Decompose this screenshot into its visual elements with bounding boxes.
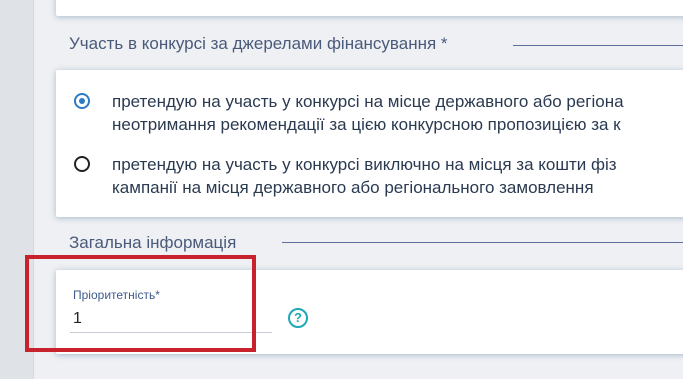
funding-section-divider	[513, 45, 683, 46]
funding-section-title: Участь в конкурсі за джерелами фінансува…	[69, 34, 448, 53]
radio-selected-icon[interactable]	[74, 93, 90, 109]
radio-unselected-icon[interactable]	[74, 156, 90, 172]
general-info-divider	[282, 242, 683, 243]
option-2-line-2: кампанії на місця державного або регіона…	[112, 178, 594, 197]
general-info-title: Загальна інформація	[69, 233, 237, 252]
previous-section-card	[56, 0, 683, 16]
priority-highlight-box	[25, 255, 256, 352]
option-1-line-1: претендую на участь у конкурсі на місце …	[112, 92, 624, 111]
option-1-line-2: неотримання рекомендації за цією конкурс…	[112, 115, 621, 134]
option-2-line-1: претендую на участь у конкурсі виключно …	[112, 155, 617, 174]
help-icon[interactable]: ?	[288, 308, 308, 328]
